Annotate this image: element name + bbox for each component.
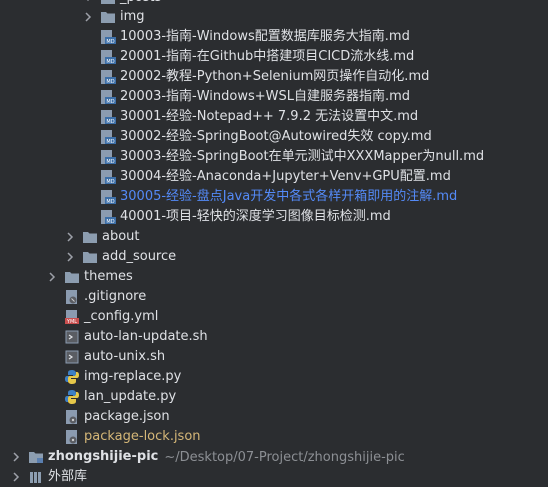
tree-row-project[interactable]: zhongshijie-pic ~/Desktop/07-Project/zho…: [0, 447, 548, 467]
tree-row-file[interactable]: .gitignore: [0, 287, 548, 307]
svg-text:MD: MD: [106, 59, 114, 65]
tree-row-file[interactable]: MD 30005-经验-盘点Java开发中各式各样开箱即用的注解.md: [0, 187, 548, 207]
folder-icon: [100, 9, 116, 25]
tree-row-file[interactable]: MD 30003-经验-SpringBoot在单元测试中XXXMapper为nu…: [0, 147, 548, 167]
gitignore-file-icon: [64, 289, 80, 305]
tree-row-file[interactable]: YML _config.yml: [0, 307, 548, 327]
tree-row-file[interactable]: auto-lan-update.sh: [0, 327, 548, 347]
file-label: 30003-经验-SpringBoot在单元测试中XXXMapper为null.…: [120, 149, 485, 164]
markdown-file-icon: MD: [100, 49, 116, 65]
markdown-file-icon: MD: [100, 189, 116, 205]
folder-label: about: [102, 229, 140, 244]
project-folder-icon: [28, 449, 44, 465]
file-label: 30001-经验-Notepad++ 7.9.2 无法设置中文.md: [120, 109, 419, 124]
file-label: auto-unix.sh: [84, 349, 166, 364]
folder-icon: [82, 249, 98, 265]
chevron-right-icon[interactable]: [64, 251, 76, 263]
file-label: img-replace.py: [84, 369, 182, 384]
shell-script-icon: [64, 349, 80, 365]
file-label: 30005-经验-盘点Java开发中各式各样开箱即用的注解.md: [120, 189, 458, 204]
json-file-icon: [64, 409, 80, 425]
markdown-file-icon: MD: [100, 109, 116, 125]
tree-row-file[interactable]: auto-unix.sh: [0, 347, 548, 367]
file-label: 40001-项目-轻快的深度学习图像目标检测.md: [120, 209, 391, 224]
folder-label: themes: [84, 269, 133, 284]
yaml-file-icon: YML: [64, 309, 80, 325]
folder-icon: [82, 229, 98, 245]
file-label: 20002-教程-Python+Selenium网页操作自动化.md: [120, 69, 430, 84]
python-file-icon: [64, 369, 80, 385]
tree-row-file[interactable]: MD 30002-经验-SpringBoot@Autowired失效 copy.…: [0, 127, 548, 147]
file-label: 20003-指南-Windows+WSL自建服务器指南.md: [120, 89, 411, 104]
chevron-right-icon[interactable]: [10, 451, 22, 463]
tree-row-file[interactable]: img-replace.py: [0, 367, 548, 387]
file-label: .gitignore: [84, 289, 147, 304]
tree-row-file[interactable]: package.json: [0, 407, 548, 427]
markdown-file-icon: MD: [100, 149, 116, 165]
svg-text:MD: MD: [106, 39, 114, 45]
tree-row-file[interactable]: package-lock.json: [0, 427, 548, 447]
chevron-right-icon[interactable]: [10, 471, 22, 483]
markdown-file-icon: MD: [100, 209, 116, 225]
project-path: ~/Desktop/07-Project/zhongshijie-pic: [164, 449, 405, 465]
tree-row-file[interactable]: MD 10003-指南-Windows配置数据库服务大指南.md: [0, 27, 548, 47]
chevron-right-icon[interactable]: [46, 271, 58, 283]
svg-text:MD: MD: [106, 219, 114, 225]
markdown-file-icon: MD: [100, 129, 116, 145]
folder-icon: [100, 0, 116, 6]
chevron-right-icon[interactable]: [82, 11, 94, 23]
tree-row-add-source[interactable]: add_source: [0, 247, 548, 267]
markdown-file-icon: MD: [100, 169, 116, 185]
file-label: 30002-经验-SpringBoot@Autowired失效 copy.md: [120, 129, 432, 144]
file-label: _config.yml: [84, 309, 159, 324]
folder-icon: [64, 269, 80, 285]
chevron-down-icon[interactable]: [82, 0, 94, 4]
library-icon: [28, 469, 44, 485]
svg-text:MD: MD: [106, 119, 114, 125]
tree-row-themes[interactable]: themes: [0, 267, 548, 287]
file-label: auto-lan-update.sh: [84, 329, 208, 344]
svg-text:MD: MD: [106, 139, 114, 145]
tree-row-about[interactable]: about: [0, 227, 548, 247]
tree-row-file[interactable]: MD 30004-经验-Anaconda+Jupyter+Venv+GPU配置.…: [0, 167, 548, 187]
svg-text:MD: MD: [106, 179, 114, 185]
file-label: package-lock.json: [84, 429, 201, 444]
tree-row-file[interactable]: lan_update.py: [0, 387, 548, 407]
markdown-file-icon: MD: [100, 29, 116, 45]
file-label: lan_update.py: [84, 389, 177, 404]
python-file-icon: [64, 389, 80, 405]
file-label: 20001-指南-在Github中搭建项目CICD流水线.md: [120, 49, 415, 64]
folder-label: 外部库: [48, 469, 88, 484]
svg-text:MD: MD: [106, 159, 114, 165]
tree-row-file[interactable]: MD 40001-项目-轻快的深度学习图像目标检测.md: [0, 207, 548, 227]
folder-label: img: [120, 9, 145, 24]
shell-script-icon: [64, 329, 80, 345]
project-tree: _posts img MD 10003-指南-Windows配置数据库服务大指南…: [0, 0, 548, 484]
file-label: package.json: [84, 409, 170, 424]
markdown-file-icon: MD: [100, 89, 116, 105]
svg-text:YML: YML: [66, 319, 77, 325]
project-name: zhongshijie-pic: [48, 449, 159, 464]
tree-row-file[interactable]: MD 20003-指南-Windows+WSL自建服务器指南.md: [0, 87, 548, 107]
tree-row-file[interactable]: MD 20002-教程-Python+Selenium网页操作自动化.md: [0, 67, 548, 87]
svg-text:MD: MD: [106, 199, 114, 205]
svg-text:MD: MD: [106, 79, 114, 85]
tree-row-file[interactable]: MD 30001-经验-Notepad++ 7.9.2 无法设置中文.md: [0, 107, 548, 127]
folder-label: add_source: [102, 249, 177, 264]
tree-row-external-libraries[interactable]: 外部库: [0, 467, 548, 487]
file-label: 10003-指南-Windows配置数据库服务大指南.md: [120, 29, 410, 44]
markdown-file-icon: MD: [100, 69, 116, 85]
file-label: 30004-经验-Anaconda+Jupyter+Venv+GPU配置.md: [120, 169, 451, 184]
chevron-right-icon[interactable]: [64, 231, 76, 243]
tree-row-img[interactable]: img: [0, 7, 548, 27]
tree-row-file[interactable]: MD 20001-指南-在Github中搭建项目CICD流水线.md: [0, 47, 548, 67]
json-file-icon: [64, 429, 80, 445]
svg-text:MD: MD: [106, 99, 114, 105]
